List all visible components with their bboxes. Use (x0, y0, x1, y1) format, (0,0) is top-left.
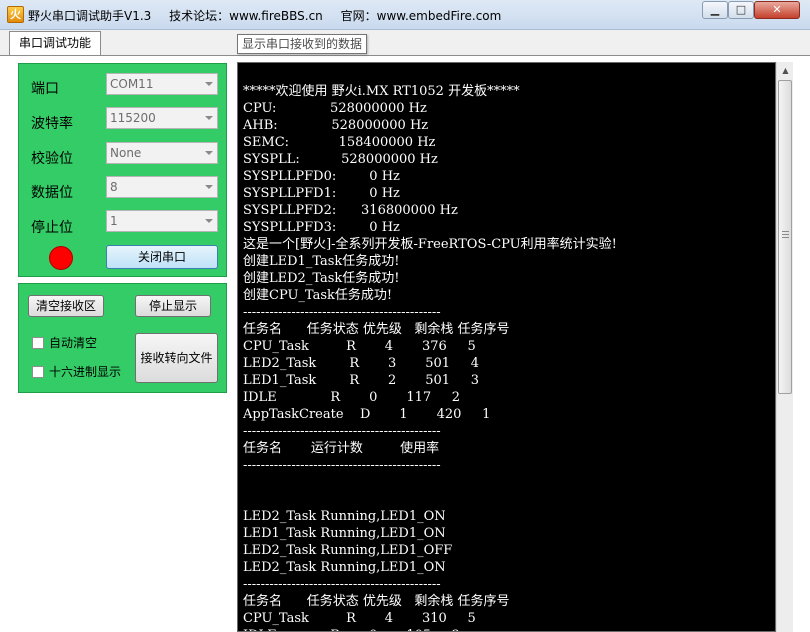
close-port-button[interactable]: 关闭串口 (106, 245, 218, 269)
terminal-line: ----------------------------------------… (243, 458, 441, 473)
terminal-line: 创建CPU_Task任务成功! (243, 288, 393, 303)
terminal-line: 任务名 任务状态 优先级 剩余栈 任务序号 (243, 594, 510, 609)
terminal-line: ----------------------------------------… (243, 577, 441, 592)
forum-link: 技术论坛：www.fireBBS.cn (169, 9, 323, 23)
grip-icon (782, 231, 789, 239)
databits-label: 数据位 (31, 185, 73, 201)
terminal-line: LED1_Task Running,LED1_ON (243, 526, 446, 541)
receive-to-file-button[interactable]: 接收转向文件 (135, 333, 218, 383)
terminal-line: CPU_Task R 4 310 5 (243, 611, 476, 626)
checkbox-box (32, 366, 44, 378)
terminal-line: 创建LED1_Task任务成功! (243, 254, 400, 269)
auto-clear-checkbox[interactable]: 自动清空 (32, 334, 97, 351)
terminal-line: 创建LED2_Task任务成功! (243, 271, 400, 286)
chevron-down-icon (205, 116, 213, 120)
port-value: COM11 (110, 77, 154, 91)
receive-controls-panel: 清空接收区 停止显示 自动清空 十六进制显示 接收转向文件 (18, 283, 227, 393)
terminal-line: LED2_Task R 3 501 4 (243, 356, 479, 371)
terminal-line: AppTaskCreate D 1 420 1 (243, 407, 491, 422)
terminal-line: 这是一个[野火]-全系列开发板-FreeRTOS-CPU利用率统计实验! (243, 237, 617, 252)
minimize-button[interactable]: ▁ (702, 1, 728, 19)
databits-value: 8 (110, 180, 118, 194)
terminal-line: LED1_Task R 2 501 3 (243, 373, 479, 388)
checkbox-box (32, 337, 44, 349)
terminal-line: ----------------------------------------… (243, 305, 441, 320)
chevron-down-icon (205, 82, 213, 86)
stopbits-select[interactable]: 1 (106, 210, 218, 232)
baud-select[interactable]: 115200 (106, 107, 218, 129)
terminal-line: SYSPLLPFD2: 316800000 Hz (243, 203, 458, 218)
clear-receive-button[interactable]: 清空接收区 (28, 295, 104, 317)
scrollbar-thumb[interactable] (778, 80, 792, 394)
terminal-line: 任务名 任务状态 优先级 剩余栈 任务序号 (243, 322, 510, 337)
parity-select[interactable]: None (106, 142, 218, 164)
close-button[interactable]: ✕ (754, 1, 800, 19)
terminal-line: CPU: 528000000 Hz (243, 101, 427, 116)
terminal-line: SYSPLLPFD1: 0 Hz (243, 186, 400, 201)
terminal-line: 任务名 运行计数 使用率 (243, 441, 440, 456)
terminal-line: LED2_Task Running,LED1_ON (243, 509, 446, 524)
port-select[interactable]: COM11 (106, 73, 218, 95)
stop-display-button[interactable]: 停止显示 (135, 295, 211, 317)
website-link: 官网：www.embedFire.com (340, 9, 502, 23)
title-bar: 火 野火串口调试助手V1.3 技术论坛：www.fireBBS.cn 官网：ww… (0, 0, 810, 30)
terminal-line: SYSPLLPFD3: 0 Hz (243, 220, 400, 235)
receive-terminal[interactable]: *****欢迎使用 野火i.MX RT1052 开发板***** CPU: 528… (237, 62, 776, 632)
hex-display-label: 十六进制显示 (49, 365, 122, 379)
chevron-down-icon (205, 219, 213, 223)
terminal-line: SEMC: 158400000 Hz (243, 135, 436, 150)
baud-value: 115200 (110, 111, 156, 125)
terminal-line: IDLE R 0 105 2 (243, 627, 617, 631)
port-status-led (49, 246, 73, 270)
port-label: 端口 (31, 81, 59, 97)
chevron-down-icon (205, 185, 213, 189)
serial-settings-panel: 端口 COM11 波特率 115200 校验位 None 数据位 8 停止位 1… (18, 63, 227, 277)
databits-select[interactable]: 8 (106, 176, 218, 198)
terminal-line: LED2_Task Running,LED1_OFF (243, 543, 453, 558)
auto-clear-label: 自动清空 (49, 336, 98, 350)
window-title: 野火串口调试助手V1.3 技术论坛：www.fireBBS.cn 官网：www.… (28, 7, 515, 24)
app-fire-icon: 火 (7, 6, 24, 23)
parity-label: 校验位 (31, 151, 73, 167)
maximize-button[interactable]: □ (728, 1, 754, 19)
baud-label: 波特率 (31, 116, 73, 132)
app-title: 野火串口调试助手V1.3 (28, 9, 152, 23)
tab-strip (0, 30, 810, 56)
terminal-scrollbar[interactable]: ▲ (776, 62, 793, 632)
scroll-up-icon[interactable]: ▲ (777, 62, 794, 79)
terminal-line: SYSPLLPFD0: 0 Hz (243, 169, 400, 184)
terminal-line: *****欢迎使用 野火i.MX RT1052 开发板***** (243, 84, 520, 99)
terminal-line: LED2_Task Running,LED1_ON (243, 560, 446, 575)
tooltip: 显示串口接收到的数据 (237, 34, 368, 54)
terminal-line: IDLE R 0 117 2 (243, 390, 461, 405)
chevron-down-icon (205, 151, 213, 155)
terminal-line: CPU_Task R 4 376 5 (243, 339, 476, 354)
tab-serial-debug[interactable]: 串口调试功能 (9, 31, 101, 55)
parity-value: None (110, 146, 142, 160)
terminal-line: ----------------------------------------… (243, 424, 441, 439)
stopbits-value: 1 (110, 214, 118, 228)
terminal-line: AHB: 528000000 Hz (243, 118, 429, 133)
hex-display-checkbox[interactable]: 十六进制显示 (32, 363, 121, 380)
stopbits-label: 停止位 (31, 220, 73, 236)
terminal-output: *****欢迎使用 野火i.MX RT1052 开发板***** CPU: 528… (243, 83, 617, 631)
terminal-line: SYSPLL: 528000000 Hz (243, 152, 438, 167)
